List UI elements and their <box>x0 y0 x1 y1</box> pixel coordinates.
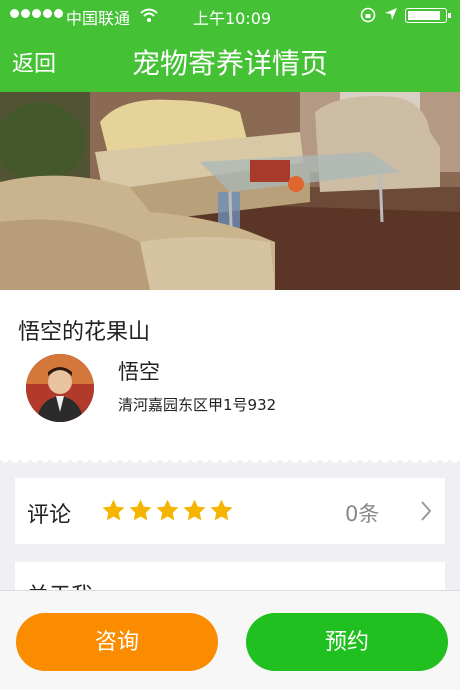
status-time: 上午10:09 <box>192 9 272 28</box>
listing-photo <box>0 92 460 290</box>
location-arrow-icon <box>385 8 397 20</box>
rotation-lock-icon <box>360 7 376 23</box>
page-title: 宠物寄养详情页 <box>131 47 328 80</box>
bottom-action-bar: 咨询 预约 <box>0 590 460 690</box>
user-name: 悟空 <box>118 360 160 384</box>
star-icon <box>129 499 152 521</box>
star-icon <box>210 499 233 521</box>
book-button[interactable]: 预约 <box>246 613 448 671</box>
chevron-right-icon <box>421 501 432 521</box>
avatar-photo <box>26 354 94 422</box>
reviews-label: 评论 <box>27 503 72 528</box>
star-icon <box>102 499 125 521</box>
review-count: 0条 <box>345 502 380 526</box>
avatar[interactable] <box>26 354 94 422</box>
living-room-photo <box>0 92 460 290</box>
host-info-card: 悟空的花果山 悟空 清河嘉园东区甲1号932 <box>0 290 460 463</box>
carrier-name: 中国联通 <box>66 9 131 28</box>
status-bar: 中国联通 上午10:09 <box>0 0 460 30</box>
wifi-icon <box>140 8 158 22</box>
star-icon <box>183 499 206 521</box>
star-rating <box>101 498 234 523</box>
reviews-row[interactable]: 评论 0条 <box>15 478 445 544</box>
app-header: 中国联通 上午10:09 返回 宠物寄养详情页 <box>0 0 460 92</box>
address: 清河嘉园东区甲1号932 <box>118 396 277 414</box>
host-name: 悟空的花果山 <box>18 320 151 345</box>
scalloped-edge <box>0 458 460 463</box>
consult-button[interactable]: 咨询 <box>16 613 218 671</box>
signal-strength-icon <box>10 9 63 18</box>
star-icon <box>156 499 179 521</box>
battery-icon <box>405 8 451 23</box>
